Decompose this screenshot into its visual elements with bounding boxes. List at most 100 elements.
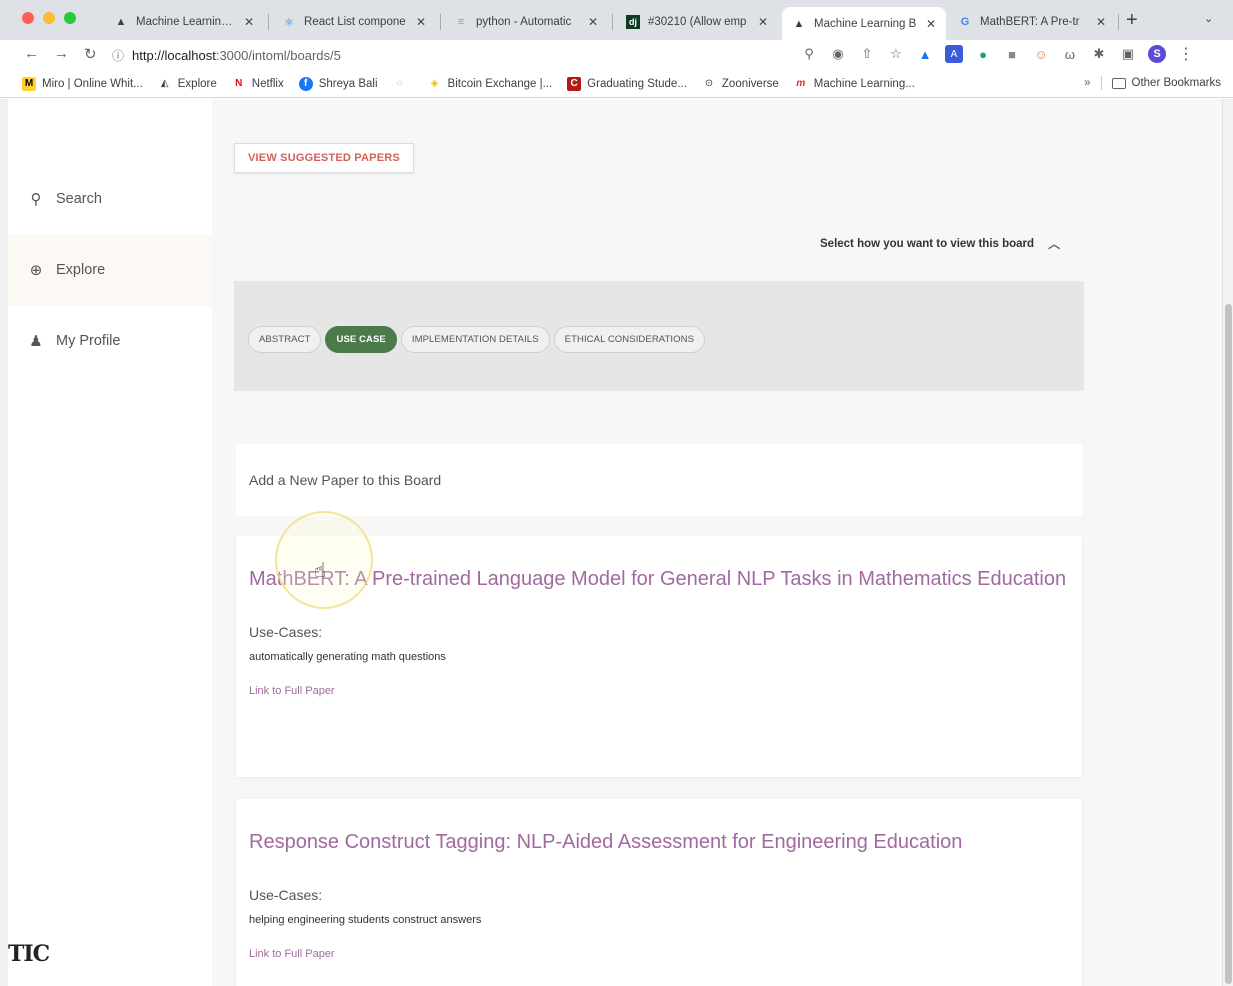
- zooniverse-icon: ⊙: [704, 78, 714, 89]
- app-logo: TIC: [8, 941, 50, 967]
- tab-title: MathBERT: A Pre-tr: [980, 16, 1080, 28]
- window-controls: [22, 12, 76, 24]
- extension-face-icon[interactable]: ☺: [1032, 45, 1050, 63]
- extension-square-icon[interactable]: ■: [1003, 45, 1021, 63]
- browser-tab-bar: ▲ Machine Learning B ✕ ⚛ React List comp…: [0, 0, 1233, 40]
- page-content: ⚲ Search ⊕ Explore ♟ My Profile TIC VIEW…: [0, 99, 1233, 986]
- tab-title: React List compone: [304, 16, 406, 28]
- ml-icon: m: [796, 78, 806, 89]
- profile-avatar[interactable]: S: [1148, 45, 1166, 63]
- view-options-panel: ABSTRACT USE CASE IMPLEMENTATION DETAILS…: [234, 281, 1084, 391]
- tab-title: Machine Learning B: [814, 17, 917, 30]
- graduation-icon[interactable]: ▲: [916, 45, 934, 63]
- extension-a-icon[interactable]: A: [945, 45, 963, 63]
- extension-w-icon[interactable]: ω: [1061, 45, 1079, 63]
- paper-title[interactable]: MathBERT: A Pre-trained Language Model f…: [249, 564, 1069, 594]
- bookmark-graduating[interactable]: C Graduating Stude...: [567, 76, 687, 91]
- view-select-toggle[interactable]: Select how you want to view this board ︿: [820, 235, 1060, 252]
- new-tab-button[interactable]: +: [1126, 9, 1138, 32]
- view-select-label: Select how you want to view this board: [820, 237, 1035, 250]
- view-suggested-papers-button[interactable]: VIEW SUGGESTED PAPERS: [234, 143, 414, 173]
- sidepanel-icon[interactable]: ▣: [1119, 45, 1137, 63]
- bookmark-machine-learning[interactable]: m Machine Learning...: [794, 77, 914, 91]
- sidebar-item-label: My Profile: [56, 333, 121, 349]
- chevron-up-icon: ︿: [1048, 237, 1061, 251]
- stackoverflow-icon: ≡: [457, 16, 465, 28]
- google-icon: G: [960, 16, 970, 28]
- search-icon: ⚲: [30, 191, 42, 208]
- netflix-icon: N: [235, 78, 243, 89]
- zoom-icon[interactable]: ⚲: [800, 45, 818, 63]
- browser-tab[interactable]: ⚛ React List compone ✕: [272, 7, 436, 37]
- close-icon[interactable]: ✕: [758, 15, 768, 29]
- bookmark-facebook[interactable]: f Shreya Bali: [298, 76, 378, 91]
- star-icon[interactable]: ☆: [887, 45, 905, 63]
- full-paper-link[interactable]: Link to Full Paper: [249, 948, 1069, 960]
- url-host: http://localhost: [132, 47, 216, 63]
- browser-tab[interactable]: ≡ python - Automatic ✕: [444, 7, 608, 37]
- close-icon[interactable]: ✕: [926, 17, 936, 31]
- bookmark-zooniverse[interactable]: ⊙ Zooniverse: [702, 77, 779, 91]
- bookmark-bitcoin[interactable]: ◈ Bitcoin Exchange |...: [428, 77, 553, 91]
- django-icon: dj: [626, 15, 640, 29]
- reload-icon[interactable]: ↻: [84, 45, 97, 63]
- paper-card: MathBERT: A Pre-trained Language Model f…: [236, 536, 1082, 777]
- grammarly-icon[interactable]: ●: [974, 45, 992, 63]
- bookmarks-overflow-chevron[interactable]: »: [1084, 77, 1090, 89]
- use-case-text: automatically generating math questions: [249, 651, 446, 663]
- bookmark-miro[interactable]: M Miro | Online Whit...: [22, 76, 143, 91]
- bookmark-loading[interactable]: ◌: [393, 77, 413, 91]
- info-icon[interactable]: ⓘ: [112, 47, 124, 64]
- minimize-window-button[interactable]: [43, 12, 55, 24]
- chip-ethical-considerations[interactable]: ETHICAL CONSIDERATIONS: [553, 326, 706, 353]
- use-cases-label: Use-Cases:: [249, 624, 323, 640]
- add-paper-card[interactable]: Add a New Paper to this Board: [236, 444, 1082, 516]
- react-icon: ⚛: [284, 16, 294, 29]
- sidebar-item-label: Search: [56, 191, 102, 207]
- chip-implementation-details[interactable]: IMPLEMENTATION DETAILS: [400, 326, 550, 353]
- browser-tab[interactable]: ▲ Machine Learning B ✕: [104, 7, 264, 37]
- tab-title: python - Automatic: [476, 16, 572, 28]
- paper-title[interactable]: Response Construct Tagging: NLP-Aided As…: [249, 827, 1069, 857]
- close-icon[interactable]: ✕: [1096, 15, 1106, 29]
- scrollbar-thumb[interactable]: [1225, 304, 1232, 984]
- bookmark-explore[interactable]: ◭ Explore: [158, 77, 217, 91]
- tab-search-icon[interactable]: ⌄: [1204, 12, 1213, 25]
- chip-use-case[interactable]: USE CASE: [325, 326, 397, 353]
- url-path: :3000/intoml/boards/5: [215, 47, 341, 63]
- other-bookmarks[interactable]: Other Bookmarks: [1132, 77, 1221, 89]
- eye-icon[interactable]: ◉: [829, 45, 847, 63]
- loading-icon: ◌: [396, 78, 403, 89]
- close-icon[interactable]: ✕: [244, 15, 254, 29]
- miro-icon: M: [22, 76, 36, 91]
- globe-icon: ⊕: [29, 262, 43, 279]
- board-main: VIEW SUGGESTED PAPERS Select how you wan…: [212, 99, 1222, 986]
- close-icon[interactable]: ✕: [416, 15, 426, 29]
- folder-icon: [1111, 77, 1126, 89]
- forward-icon[interactable]: →: [54, 45, 69, 62]
- back-icon[interactable]: ←: [24, 45, 39, 62]
- paper-card: Response Construct Tagging: NLP-Aided As…: [236, 799, 1082, 986]
- sidebar-item-search[interactable]: ⚲ Search: [8, 163, 212, 235]
- full-paper-link[interactable]: Link to Full Paper: [249, 685, 1069, 697]
- binance-icon: ◈: [430, 78, 439, 89]
- browser-tab[interactable]: G MathBERT: A Pre-tr ✕: [948, 7, 1116, 37]
- browser-tab[interactable]: dj #30210 (Allow emp ✕: [616, 7, 778, 37]
- sidebar-item-my-profile[interactable]: ♟ My Profile: [8, 305, 212, 377]
- toolbar-icons: ⚲ ◉ ⇧ ☆ ▲ A ● ■ ☺ ω ✱ ▣ S ⋮: [800, 45, 1195, 63]
- cornell-icon: C: [567, 76, 582, 91]
- share-icon[interactable]: ⇧: [858, 45, 876, 63]
- puzzle-icon[interactable]: ✱: [1090, 45, 1108, 63]
- maximize-window-button[interactable]: [64, 12, 76, 24]
- browser-tab-active[interactable]: ▲ Machine Learning B ✕: [782, 7, 946, 40]
- page-scrollbar[interactable]: [1222, 99, 1233, 986]
- sidebar-item-explore[interactable]: ⊕ Explore: [8, 234, 212, 306]
- kebab-menu-icon[interactable]: ⋮: [1177, 45, 1195, 63]
- close-icon[interactable]: ✕: [588, 15, 598, 29]
- facebook-icon: f: [298, 76, 313, 91]
- chip-abstract[interactable]: ABSTRACT: [248, 326, 322, 353]
- sidebar-item-label: Explore: [56, 262, 106, 278]
- bookmark-netflix[interactable]: N Netflix: [232, 77, 284, 91]
- person-icon: ♟: [29, 333, 43, 350]
- close-window-button[interactable]: [22, 12, 34, 24]
